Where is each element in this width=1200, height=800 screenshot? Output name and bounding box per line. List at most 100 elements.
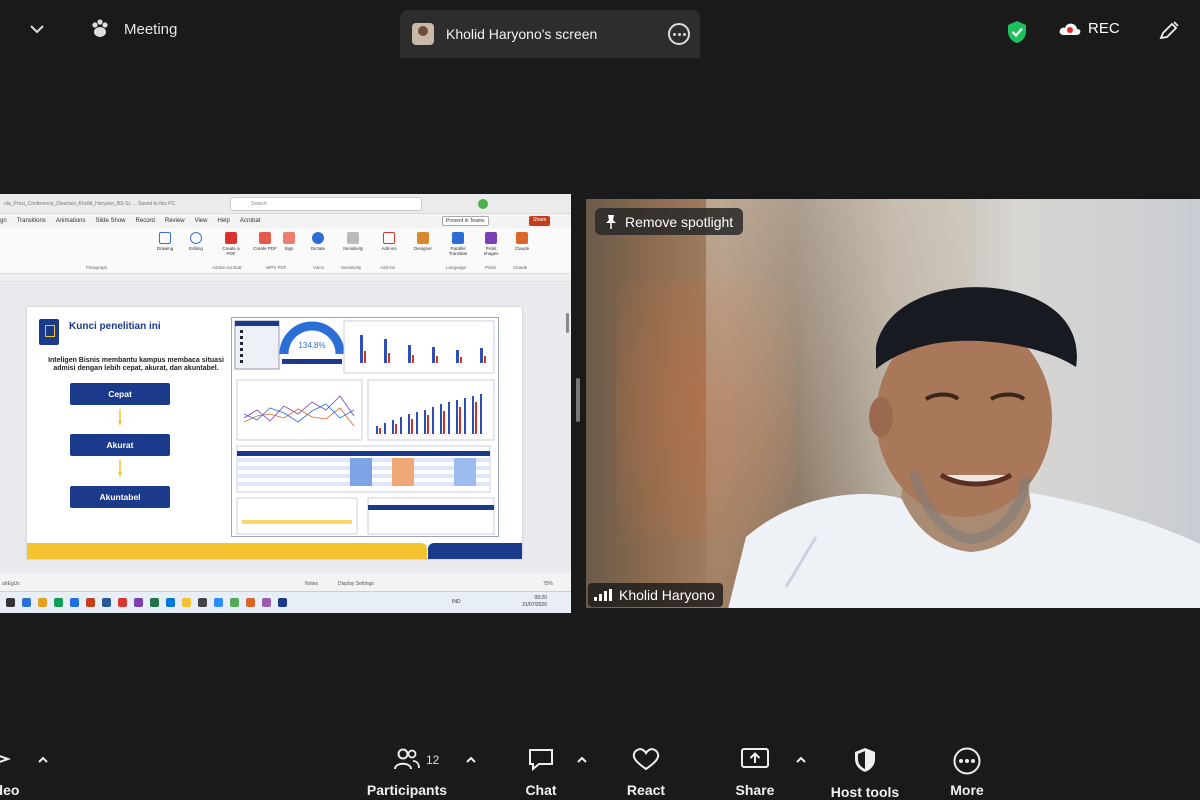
participant-image: [728, 287, 1200, 608]
signal-strength-icon: [594, 589, 612, 601]
recording-indicator[interactable]: REC: [1058, 20, 1120, 37]
remove-spotlight-button[interactable]: Remove spotlight: [595, 208, 744, 235]
rec-label: REC: [1088, 20, 1120, 37]
menu-item[interactable]: View: [195, 218, 208, 224]
menu-item[interactable]: Transitions: [17, 218, 46, 224]
taskbar-app-icon[interactable]: [262, 598, 271, 607]
participant-video[interactable]: [586, 199, 1200, 608]
host-tools-button[interactable]: Host tools: [826, 747, 904, 800]
video-button[interactable]: deo: [0, 747, 22, 798]
chevron-up-icon[interactable]: [37, 755, 49, 763]
language-indicator[interactable]: IND: [452, 599, 461, 605]
heart-icon: [632, 748, 660, 771]
taskbar-app-icon[interactable]: [38, 598, 47, 607]
taskbar-app-icon[interactable]: [118, 598, 127, 607]
ribbon-add-ins[interactable]: Add-ins: [376, 232, 402, 251]
meeting-toolbar: deo Participants 12 Chat React Share: [0, 735, 1200, 800]
taskbar-app-icon[interactable]: [134, 598, 143, 607]
ribbon-group-label: Adobe Acrobat: [212, 265, 242, 270]
share-button[interactable]: Share: [529, 216, 551, 226]
arrow-down-icon: [118, 409, 122, 426]
taskbar-app-icon[interactable]: [198, 598, 207, 607]
taskbar-app-icon[interactable]: [54, 598, 63, 607]
clock-date: 31/07/2026: [521, 602, 547, 608]
share-screen-button[interactable]: Share: [729, 747, 781, 798]
ribbon-drawing[interactable]: Drawing: [152, 232, 178, 251]
more-label: More: [950, 782, 984, 798]
taskbar-app-icon[interactable]: [182, 598, 191, 607]
ribbon-sign[interactable]: Sign: [276, 232, 302, 251]
dashboard-screenshot: 134.8%: [231, 317, 499, 537]
taskbar-app-icon[interactable]: [70, 598, 79, 607]
react-button[interactable]: React: [620, 747, 672, 798]
menu-item[interactable]: Help: [217, 218, 229, 224]
menu-item[interactable]: Record: [136, 218, 155, 224]
ribbon: Drawing Editing Create a PDF Create PDF …: [0, 228, 571, 274]
menu-item[interactable]: Acrobat: [240, 218, 261, 224]
ribbon-parallel-translate[interactable]: Parallel Translate: [445, 232, 471, 256]
taskbar-app-icon[interactable]: [230, 598, 239, 607]
ribbon-dictate[interactable]: Dictate: [305, 232, 331, 251]
taskbar-app-icon[interactable]: [102, 598, 111, 607]
ribbon-group-label: Voice: [313, 265, 325, 270]
flow-step: Akurat: [70, 434, 170, 456]
share-label: Share: [735, 782, 775, 798]
taskbar-clock[interactable]: 09:20 31/07/2026: [522, 595, 547, 609]
more-dots-icon: [953, 747, 981, 775]
windows-taskbar: IND 09:20 31/07/2026: [0, 591, 571, 613]
meeting-label: Meeting: [124, 20, 178, 38]
chevron-up-icon[interactable]: [795, 755, 807, 763]
participants-label: Participants: [366, 782, 448, 798]
slide-scrollbar[interactable]: [566, 313, 569, 333]
ribbon-sensitivity[interactable]: Sensitivity: [340, 232, 366, 251]
taskbar-app-icon[interactable]: [22, 598, 31, 607]
search-icon[interactable]: [6, 598, 15, 607]
share-tab-title: Kholid Haryono's screen: [446, 26, 598, 42]
slide-canvas[interactable]: Kunci penelitian ini Inteligen Bisnis me…: [0, 283, 571, 573]
display-settings-button[interactable]: Display Settings: [338, 581, 374, 587]
arrow-down-icon: [118, 460, 122, 477]
more-button[interactable]: More: [942, 747, 992, 798]
shared-screen[interactable]: ula_Presi_Conference_Disertasi_Kholid_Ha…: [0, 194, 571, 613]
taskbar-app-icon[interactable]: [278, 598, 287, 607]
footer-yellow-band: [27, 543, 427, 559]
notes-button[interactable]: Notes: [305, 581, 318, 587]
participant-name: Kholid Haryono: [619, 587, 715, 603]
chevron-up-icon[interactable]: [576, 755, 588, 763]
ribbon-designer[interactable]: Designer: [410, 232, 436, 251]
taskbar-app-icon[interactable]: [166, 598, 175, 607]
ribbon-claude[interactable]: Claude: [509, 232, 535, 251]
meeting-menu[interactable]: Meeting: [90, 19, 177, 39]
present-in-teams-button[interactable]: Present in Teams: [442, 216, 489, 226]
ribbon-pickit-images[interactable]: Pickit Images: [478, 232, 504, 256]
taskbar-app-icon[interactable]: [214, 598, 223, 607]
chevron-down-icon[interactable]: [28, 22, 46, 36]
ribbon-create-a-pdf[interactable]: Create a PDF: [218, 232, 244, 256]
chat-button[interactable]: Chat: [516, 747, 566, 798]
taskbar-app-icon[interactable]: [150, 598, 159, 607]
share-screen-icon: [741, 748, 769, 768]
presenter-avatar: [412, 23, 434, 45]
more-options-icon[interactable]: [668, 23, 690, 45]
search-box[interactable]: Search: [230, 197, 422, 211]
taskbar-app-icon[interactable]: [246, 598, 255, 607]
ribbon-group-label: Claude: [513, 265, 528, 270]
zoom-level[interactable]: 75%: [543, 581, 553, 587]
host-tools-label: Host tools: [830, 784, 900, 800]
taskbar-app-icon[interactable]: [86, 598, 95, 607]
user-avatar[interactable]: [478, 199, 488, 209]
chevron-up-icon[interactable]: [465, 755, 477, 763]
menu-item[interactable]: gn: [0, 218, 7, 224]
cloud-record-icon: [1059, 23, 1081, 35]
panel-resize-handle[interactable]: [576, 378, 580, 422]
screen-share-tab[interactable]: Kholid Haryono's screen: [400, 10, 700, 58]
ribbon-editing[interactable]: Editing: [183, 232, 209, 251]
menu-item[interactable]: Review: [165, 218, 185, 224]
ribbon-create-pdf[interactable]: Create PDF: [252, 232, 278, 251]
menu-item[interactable]: Animations: [56, 218, 86, 224]
menu-item[interactable]: Slide Show: [96, 218, 126, 224]
annotate-pen-icon[interactable]: [1157, 20, 1181, 42]
participant-name-tag: Kholid Haryono: [588, 583, 723, 607]
top-bar: Meeting Kholid Haryono's screen REC: [0, 0, 1200, 58]
security-shield-icon[interactable]: [1006, 20, 1028, 44]
